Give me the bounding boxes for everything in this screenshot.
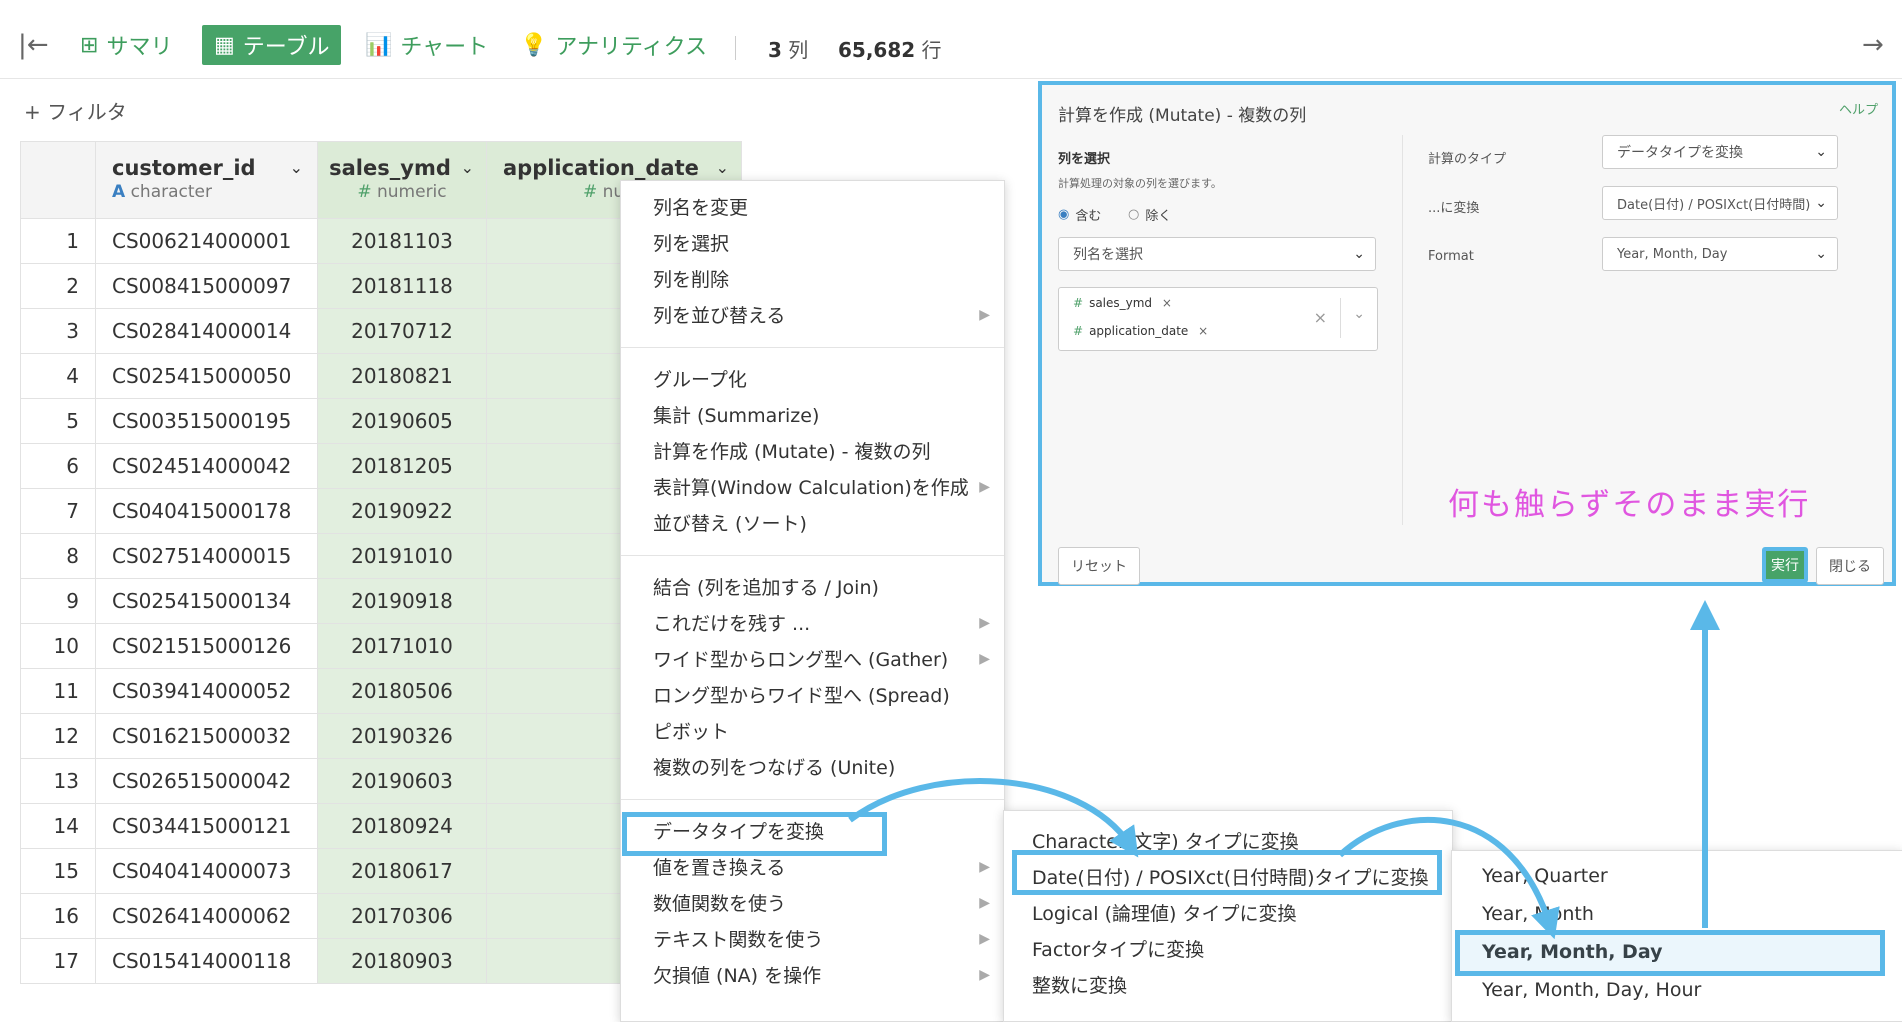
arrow-to-format-submenu [1337, 816, 1560, 940]
arrow-to-date-submenu [848, 778, 1139, 858]
annotation-arrows [848, 600, 1720, 940]
